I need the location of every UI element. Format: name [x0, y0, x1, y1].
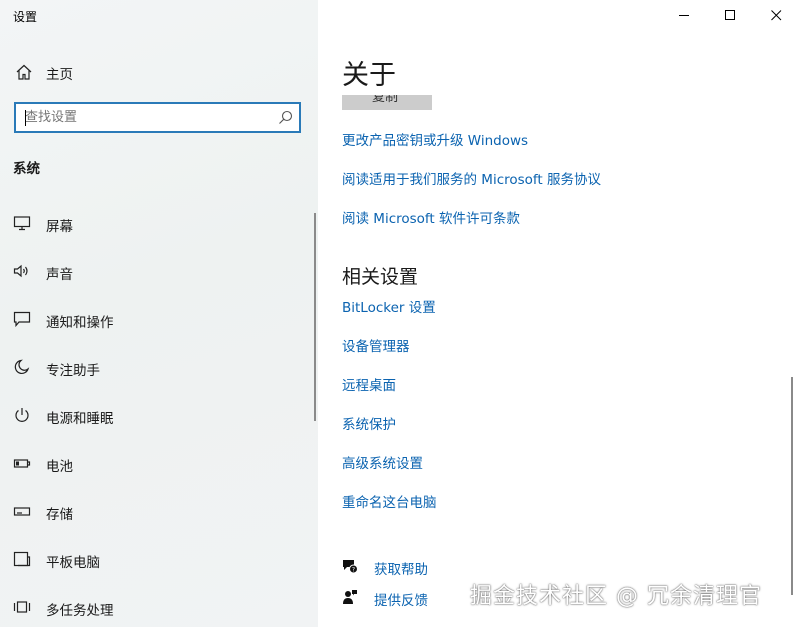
link-remote-desktop[interactable]: 远程桌面	[342, 374, 396, 394]
maximize-icon	[725, 10, 735, 20]
sidebar-item-multitasking[interactable]: 多任务处理	[0, 587, 318, 627]
give-feedback-label: 提供反馈	[374, 593, 428, 609]
link-change-product-key[interactable]: 更改产品密钥或升级 Windows	[342, 129, 528, 149]
multitask-icon	[13, 601, 31, 613]
sidebar-item-label: 主页	[46, 67, 73, 83]
sidebar-item-label: 专注助手	[46, 363, 100, 379]
sidebar-item-display[interactable]: 屏幕	[0, 203, 318, 243]
moon-icon	[14, 359, 30, 375]
minimize-button[interactable]	[661, 0, 707, 30]
search-input[interactable]	[16, 104, 266, 131]
get-help-label: 获取帮助	[374, 562, 428, 578]
sidebar-scrollbar[interactable]	[314, 213, 316, 421]
link-microsoft-services-agreement[interactable]: 阅读适用于我们服务的 Microsoft 服务协议	[342, 168, 601, 188]
sidebar-item-notifications[interactable]: 通知和操作	[0, 299, 318, 339]
link-system-protection[interactable]: 系统保护	[342, 413, 396, 433]
sidebar-item-power-sleep[interactable]: 电源和睡眠	[0, 395, 318, 435]
battery-icon	[13, 459, 31, 468]
close-icon	[771, 10, 782, 21]
app-title: 设置	[13, 10, 38, 24]
search-box[interactable]	[14, 102, 301, 133]
section-title: 系统	[13, 161, 40, 177]
svg-text:?: ?	[352, 567, 355, 574]
speaker-icon	[13, 264, 28, 278]
sidebar: 设置 主页 系统 屏幕 声音 通知和操作 专注助手	[0, 0, 318, 627]
help-chat-icon: ?	[343, 560, 358, 574]
sidebar-item-label: 存储	[46, 507, 73, 523]
minimize-icon	[679, 15, 689, 16]
notification-icon	[13, 311, 31, 327]
sidebar-item-label: 多任务处理	[46, 603, 114, 619]
main-scrollbar[interactable]	[791, 377, 793, 595]
storage-icon	[13, 507, 31, 516]
sidebar-item-label: 电池	[46, 459, 73, 475]
sidebar-item-battery[interactable]: 电池	[0, 443, 318, 483]
sidebar-item-sound[interactable]: 声音	[0, 251, 318, 291]
monitor-icon	[13, 216, 31, 231]
sidebar-item-label: 电源和睡眠	[46, 411, 114, 427]
search-icon[interactable]	[278, 110, 293, 125]
sidebar-item-home[interactable]: 主页	[0, 56, 318, 88]
watermark: 掘金技术社区 @ 冗余清理官	[470, 584, 762, 609]
power-icon	[15, 408, 29, 422]
page-title: 关于	[342, 60, 396, 91]
copy-button[interactable]: 复制	[342, 95, 432, 110]
text-caret	[25, 110, 26, 126]
sidebar-item-label: 平板电脑	[46, 555, 100, 571]
related-settings-title: 相关设置	[342, 266, 419, 288]
link-microsoft-license-terms[interactable]: 阅读 Microsoft 软件许可条款	[342, 207, 520, 227]
link-advanced-system-settings[interactable]: 高级系统设置	[342, 452, 423, 472]
home-icon	[16, 64, 32, 80]
sidebar-item-storage[interactable]: 存储	[0, 491, 318, 531]
maximize-button[interactable]	[707, 0, 753, 30]
sidebar-item-label: 屏幕	[46, 219, 73, 235]
link-bitlocker-settings[interactable]: BitLocker 设置	[342, 296, 436, 316]
close-button[interactable]	[753, 0, 796, 30]
sidebar-item-label: 通知和操作	[46, 315, 114, 331]
link-rename-pc[interactable]: 重命名这台电脑	[342, 491, 437, 511]
sidebar-item-label: 声音	[46, 267, 73, 283]
feedback-icon	[343, 590, 357, 604]
tablet-icon	[13, 551, 31, 567]
copy-button-label: 复制	[372, 95, 399, 105]
link-device-manager[interactable]: 设备管理器	[342, 335, 410, 355]
sidebar-item-focus-assist[interactable]: 专注助手	[0, 347, 318, 387]
sidebar-item-tablet[interactable]: 平板电脑	[0, 539, 318, 579]
main-content: 关于 复制 更改产品密钥或升级 Windows 阅读适用于我们服务的 Micro…	[318, 0, 796, 627]
